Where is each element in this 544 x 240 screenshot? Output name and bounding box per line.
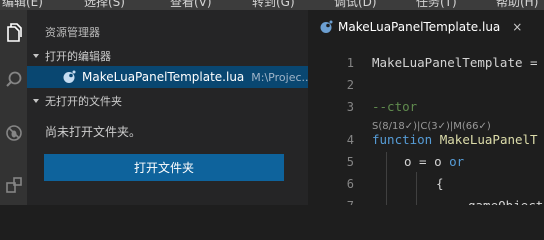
lua-file-icon <box>319 20 333 34</box>
indent-guide <box>386 152 387 205</box>
code-line-1: MakeLuaPanelTemplate = <box>372 55 538 70</box>
menu-debug[interactable]: 调试(D) <box>334 0 377 10</box>
chevron-down-icon <box>27 52 45 60</box>
menu-help[interactable]: 帮助(H) <box>496 0 538 10</box>
activity-bar <box>0 10 27 205</box>
line-number: 4 <box>346 133 354 147</box>
files-icon[interactable] <box>0 17 27 47</box>
no-folder-section-header[interactable]: 无打开的文件夹 <box>27 91 308 111</box>
code-line-4: function MakeLuaPanelT <box>372 132 538 148</box>
open-folder-button[interactable]: 打开文件夹 <box>44 154 284 181</box>
open-editor-item[interactable]: MakeLuaPanelTemplate.lua M:\Projec... <box>27 66 308 88</box>
tab-label: MakeLuaPanelTemplate.lua <box>338 20 501 34</box>
menu-tasks[interactable]: 任务(T) <box>416 0 457 10</box>
code-view[interactable]: 1 2 3 4 5 6 7 MakeLuaPanelTemplate = --c… <box>308 44 544 205</box>
close-icon[interactable]: × <box>512 20 522 34</box>
open-editors-section-header[interactable]: 打开的编辑器 <box>27 46 308 66</box>
code-line-7: gameObject <box>468 198 543 205</box>
menu-goto[interactable]: 转到(G) <box>252 0 295 10</box>
line-number: 1 <box>346 56 354 70</box>
line-number: 6 <box>346 177 354 191</box>
code-line-6: { <box>436 176 444 191</box>
no-folder-message: 尚未打开文件夹。 <box>45 125 142 139</box>
code-token: o = o <box>404 154 450 169</box>
editor-area: MakeLuaPanelTemplate.lua × 1 2 3 4 5 6 7… <box>308 10 544 205</box>
lua-file-icon <box>62 70 76 84</box>
search-icon[interactable] <box>0 64 27 94</box>
debug-icon[interactable] <box>0 118 27 148</box>
codelens-info[interactable]: S(8/18✓)|C(3✓)|M(66✓) <box>372 121 491 132</box>
menu-selection[interactable]: 选择(S) <box>84 0 125 10</box>
line-number: 3 <box>346 100 354 114</box>
code-line-3: --ctor <box>372 99 418 114</box>
tab-bar: MakeLuaPanelTemplate.lua × <box>308 10 544 44</box>
line-number: 2 <box>346 78 354 92</box>
open-editors-label: 打开的编辑器 <box>45 50 111 63</box>
line-number: 5 <box>346 155 354 169</box>
menu-edit[interactable]: 编辑(E) <box>2 0 43 10</box>
function-name: MakeLuaPanelT <box>439 132 538 147</box>
menu-view[interactable]: 查看(V) <box>170 0 212 10</box>
open-editor-path: M:\Projec... <box>251 70 308 84</box>
extensions-icon[interactable] <box>0 170 27 200</box>
indent-guide <box>416 172 417 205</box>
explorer-sidebar: 资源管理器 打开的编辑器 MakeLuaPanelTemplate.lua M:… <box>27 10 308 205</box>
explorer-title: 资源管理器 <box>45 26 100 39</box>
editor-tab[interactable]: MakeLuaPanelTemplate.lua × <box>308 10 544 44</box>
keyword-function: function <box>372 132 433 147</box>
keyword-or: or <box>449 154 465 169</box>
no-folder-label: 无打开的文件夹 <box>45 95 122 108</box>
menu-bar: 编辑(E) 选择(S) 查看(V) 转到(G) 调试(D) 任务(T) 帮助(H… <box>0 0 544 10</box>
code-line-5: o = o or <box>404 154 464 170</box>
open-editor-filename: MakeLuaPanelTemplate.lua <box>82 70 245 84</box>
line-number: 7 <box>308 198 354 205</box>
chevron-down-icon <box>27 97 45 105</box>
